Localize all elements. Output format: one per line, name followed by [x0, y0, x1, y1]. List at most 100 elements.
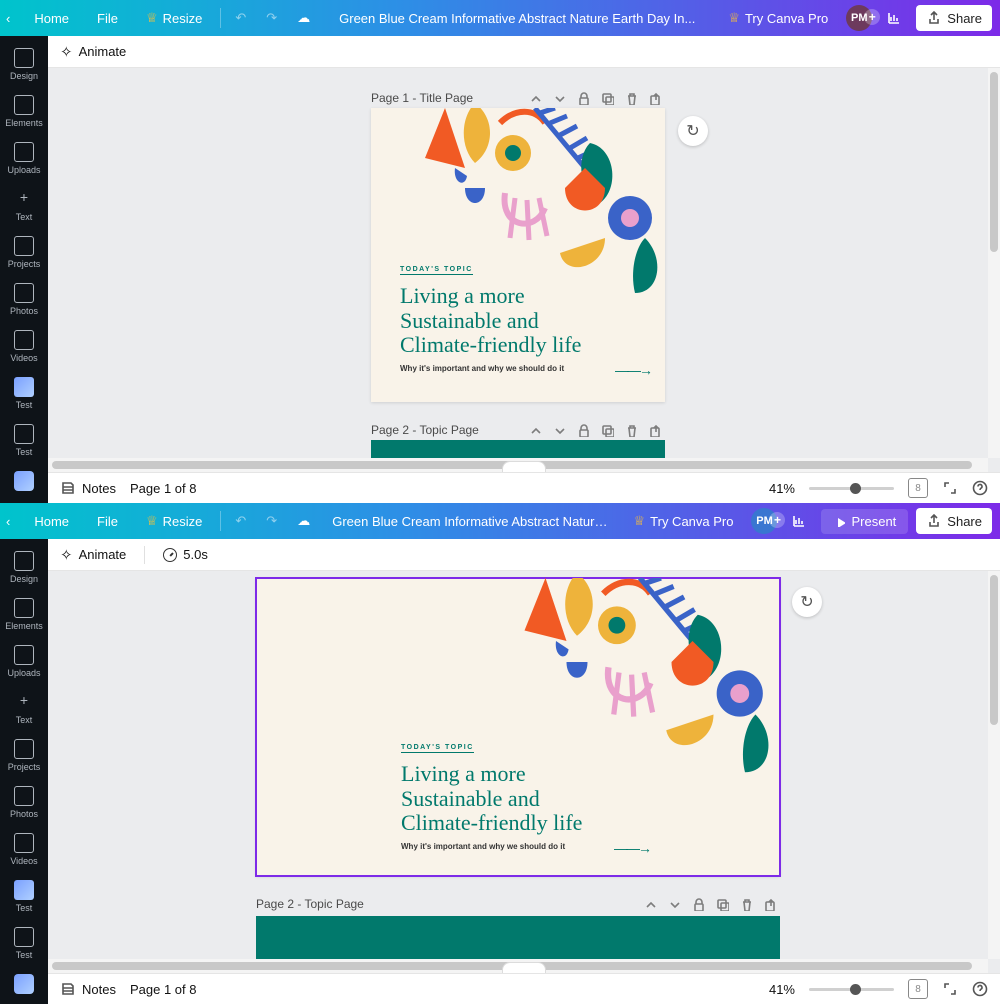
page-export[interactable]: [760, 894, 780, 914]
side-test-2[interactable]: Test: [0, 921, 48, 968]
zoom-slider[interactable]: [809, 487, 894, 490]
add-collab-icon[interactable]: +: [864, 9, 880, 25]
side-extra[interactable]: [0, 968, 48, 1005]
page-duplicate[interactable]: [597, 420, 617, 440]
fullscreen-button[interactable]: [942, 981, 958, 997]
page-1-slide[interactable]: TODAY'S TOPIC Living a moreSustainable a…: [256, 578, 780, 876]
undo-button[interactable]: ↶: [229, 508, 252, 534]
side-test-2[interactable]: Test: [0, 418, 48, 465]
page-lock[interactable]: [573, 420, 593, 440]
side-videos[interactable]: Videos: [0, 324, 48, 371]
page-2-slide-peek[interactable]: [256, 916, 780, 960]
side-uploads[interactable]: Uploads: [0, 136, 48, 183]
cloud-sync-icon[interactable]: ☁: [291, 508, 316, 534]
notes-button[interactable]: Notes: [60, 480, 116, 496]
side-design[interactable]: Design: [0, 545, 48, 592]
side-photos[interactable]: Photos: [0, 277, 48, 324]
arrow-icon: ——→: [614, 840, 650, 856]
share-button[interactable]: Share: [916, 5, 992, 31]
notes-button[interactable]: Notes: [60, 981, 116, 997]
undo-button[interactable]: ↶: [229, 5, 252, 31]
horizontal-scrollbar[interactable]: [48, 959, 988, 973]
page-export[interactable]: [645, 420, 665, 440]
insights-button[interactable]: [785, 508, 813, 534]
regenerate-button[interactable]: ↻: [792, 587, 822, 617]
try-pro-button[interactable]: ♕Try Canva Pro: [718, 5, 838, 31]
help-button[interactable]: [972, 480, 988, 496]
side-text[interactable]: Text: [0, 686, 48, 733]
share-button[interactable]: Share: [916, 508, 992, 534]
side-videos[interactable]: Videos: [0, 827, 48, 874]
horizontal-scrollbar[interactable]: [48, 458, 988, 472]
try-pro-button[interactable]: ♕Try Canva Pro: [624, 508, 744, 534]
resize-button[interactable]: ♕Resize: [136, 5, 212, 31]
page-delete[interactable]: [621, 420, 641, 440]
page-lock[interactable]: [573, 88, 593, 108]
page-2-label[interactable]: Page 2 - Topic Page: [256, 897, 364, 911]
page-2-label[interactable]: Page 2 - Topic Page: [371, 423, 479, 437]
back-button[interactable]: ‹: [0, 6, 16, 31]
back-button[interactable]: ‹: [0, 509, 16, 534]
page-collapse-down[interactable]: [664, 894, 684, 914]
crown-icon: ♕: [728, 10, 740, 26]
present-button[interactable]: Present: [821, 509, 908, 534]
page-collapse-down[interactable]: [549, 88, 569, 108]
home-label: Home: [34, 514, 69, 529]
cloud-sync-icon[interactable]: ☁: [291, 5, 316, 31]
page-counter[interactable]: Page 1 of 8: [130, 982, 197, 997]
animate-button[interactable]: ✧Animate: [60, 43, 126, 61]
file-menu[interactable]: File: [87, 6, 128, 31]
page-2-slide-peek[interactable]: [371, 440, 665, 460]
page-collapse-up[interactable]: [525, 420, 545, 440]
page-1-slide[interactable]: TODAY'S TOPIC Living a moreSustainable a…: [371, 108, 665, 402]
canvas[interactable]: Page 1 - Title Page TODAY'S TOPIC Living…: [48, 68, 1000, 472]
avatar[interactable]: PM+: [751, 508, 777, 534]
side-test-1[interactable]: Test: [0, 874, 48, 921]
zoom-value[interactable]: 41%: [769, 982, 795, 997]
canvas[interactable]: TODAY'S TOPIC Living a moreSustainable a…: [48, 571, 1000, 973]
side-projects[interactable]: Projects: [0, 230, 48, 277]
page-collapse-up[interactable]: [525, 88, 545, 108]
side-uploads[interactable]: Uploads: [0, 639, 48, 686]
avatar[interactable]: PM+: [846, 5, 872, 31]
page-delete[interactable]: [736, 894, 756, 914]
grid-view-button[interactable]: 8: [908, 478, 928, 498]
page-duplicate[interactable]: [597, 88, 617, 108]
page-delete[interactable]: [621, 88, 641, 108]
home-button[interactable]: Home: [24, 6, 79, 31]
side-elements[interactable]: Elements: [0, 89, 48, 136]
fullscreen-button[interactable]: [942, 480, 958, 496]
resize-button[interactable]: ♕Resize: [136, 508, 212, 534]
page-collapse-up[interactable]: [640, 894, 660, 914]
doc-title[interactable]: Green Blue Cream Informative Abstract Na…: [324, 514, 615, 529]
vertical-scrollbar[interactable]: [988, 68, 1000, 458]
page-collapse-down[interactable]: [549, 420, 569, 440]
timing-button[interactable]: 5.0s: [163, 547, 208, 562]
side-projects[interactable]: Projects: [0, 733, 48, 780]
regenerate-button[interactable]: ↻: [678, 116, 708, 146]
grid-view-button[interactable]: 8: [908, 979, 928, 999]
redo-button[interactable]: ↷: [260, 5, 283, 31]
vertical-scrollbar[interactable]: [988, 571, 1000, 959]
side-design[interactable]: Design: [0, 42, 48, 89]
redo-button[interactable]: ↷: [260, 508, 283, 534]
help-button[interactable]: [972, 981, 988, 997]
insights-button[interactable]: [880, 5, 908, 31]
side-elements[interactable]: Elements: [0, 592, 48, 639]
home-button[interactable]: Home: [24, 509, 79, 534]
page-1-label[interactable]: Page 1 - Title Page: [371, 91, 473, 105]
file-menu[interactable]: File: [87, 509, 128, 534]
page-counter[interactable]: Page 1 of 8: [130, 481, 197, 496]
side-extra[interactable]: [0, 465, 48, 502]
zoom-value[interactable]: 41%: [769, 481, 795, 496]
side-test-1[interactable]: Test: [0, 371, 48, 418]
page-duplicate[interactable]: [712, 894, 732, 914]
side-photos[interactable]: Photos: [0, 780, 48, 827]
page-lock[interactable]: [688, 894, 708, 914]
zoom-slider[interactable]: [809, 988, 894, 991]
add-collab-icon[interactable]: +: [769, 512, 785, 528]
doc-title[interactable]: Green Blue Cream Informative Abstract Na…: [324, 11, 710, 26]
side-text[interactable]: Text: [0, 183, 48, 230]
page-export[interactable]: [645, 88, 665, 108]
animate-button[interactable]: ✧Animate: [60, 546, 126, 564]
